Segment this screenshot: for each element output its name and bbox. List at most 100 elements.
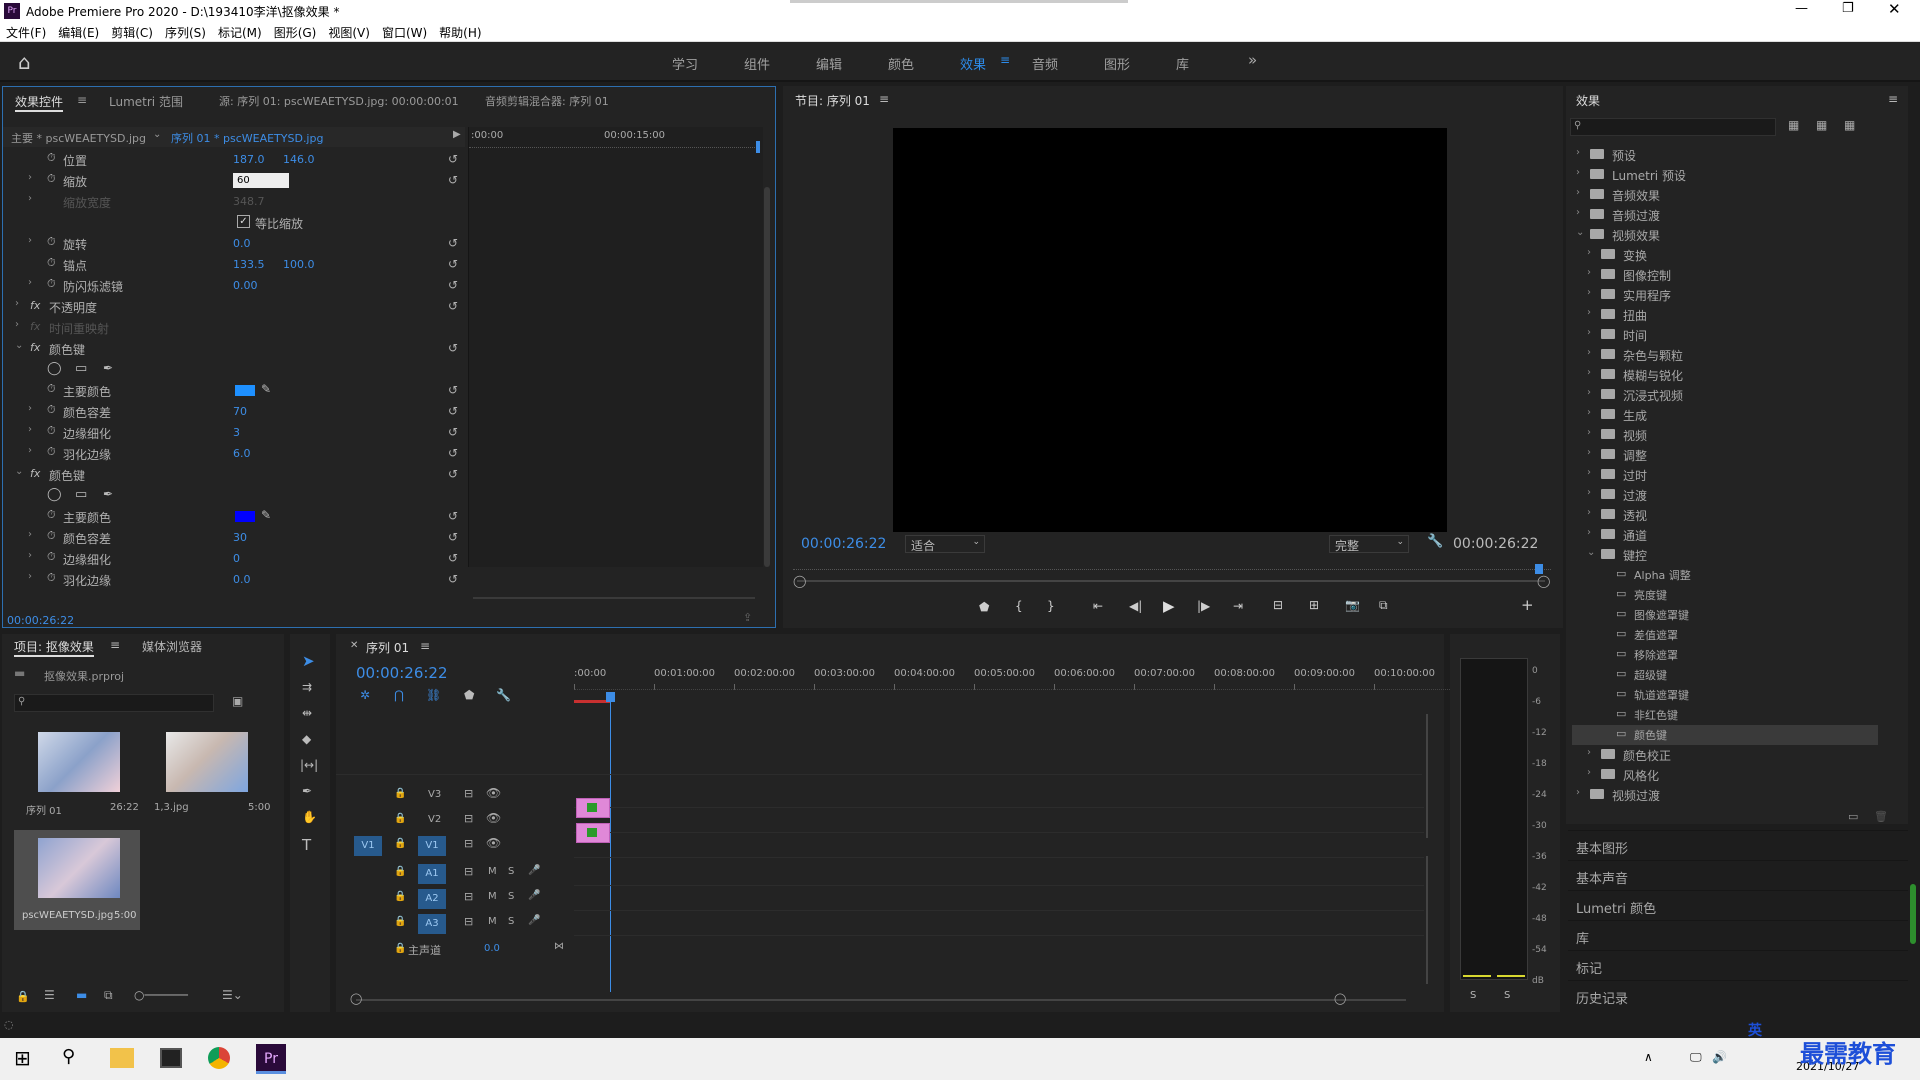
panel-section[interactable]: 历史记录	[1568, 980, 1908, 1010]
search-icon[interactable]: ⚲	[62, 1046, 75, 1067]
home-icon[interactable]: ⌂	[18, 50, 31, 74]
yuv-effects-icon[interactable]: ▦	[1844, 118, 1855, 132]
reset-icon[interactable]: ↺	[448, 299, 458, 313]
effects-tree-item[interactable]: › 音频效果	[1572, 185, 1878, 205]
pen-mask-icon[interactable]: ✒	[103, 487, 113, 501]
value-1[interactable]: 0.0	[233, 237, 251, 250]
chevron-down-icon[interactable]: ⌄	[153, 129, 161, 140]
value-1[interactable]: 70	[233, 405, 247, 418]
effects-tree-item[interactable]: › 沉浸式视频	[1572, 385, 1878, 405]
chevron-right-icon[interactable]: ›	[1587, 527, 1591, 538]
chevron-right-icon[interactable]: ›	[1587, 327, 1591, 338]
track-target[interactable]: A3	[418, 914, 446, 934]
effects-search-input[interactable]: ⚲	[1570, 118, 1776, 136]
color-swatch[interactable]	[235, 511, 255, 522]
nest-icon[interactable]: ✲	[360, 688, 370, 702]
stopwatch-icon[interactable]: ⏱	[47, 382, 56, 396]
stopwatch-icon[interactable]: ⏱	[47, 277, 56, 291]
chevron-right-icon[interactable]: ›	[1587, 487, 1591, 498]
tab-media-browser[interactable]: 媒体浏览器	[142, 638, 202, 655]
twirl-closed-icon[interactable]: ›	[28, 172, 32, 183]
tab-audio-clip-mixer[interactable]: 音频剪辑混合器: 序列 01	[485, 93, 609, 109]
menu-sequence[interactable]: 序列(S)	[159, 22, 212, 43]
value-1[interactable]: 0.00	[233, 279, 258, 292]
timeline-close-icon[interactable]: ✕	[350, 640, 358, 651]
reset-icon[interactable]: ↺	[448, 257, 458, 271]
fit-dropdown[interactable]: 适合 ⌄	[905, 535, 985, 553]
reset-icon[interactable]: ↺	[448, 551, 458, 565]
menu-view[interactable]: 视图(V)	[322, 22, 376, 43]
project-item-selected[interactable]: pscWEAETYSD.jpg 5:00	[14, 830, 140, 930]
reset-icon[interactable]: ↺	[448, 509, 458, 523]
stopwatch-icon[interactable]: ⏱	[47, 508, 56, 522]
stopwatch-icon[interactable]: ⏱	[47, 403, 56, 417]
lock-icon[interactable]: 🔒	[16, 990, 30, 1003]
zoom-handle-left[interactable]: ◯	[793, 574, 806, 588]
panel-section[interactable]: 库	[1568, 920, 1908, 950]
chevron-right-icon[interactable]: ›	[1587, 467, 1591, 478]
stopwatch-icon[interactable]: ⏱	[47, 445, 56, 459]
premiere-taskbar-icon[interactable]: Pr	[256, 1044, 286, 1074]
ws-color[interactable]: 颜色	[888, 54, 914, 73]
ec-playhead[interactable]	[756, 141, 760, 153]
effects-tree-item[interactable]: › 过渡	[1572, 485, 1878, 505]
stopwatch-icon[interactable]: ⏱	[47, 529, 56, 543]
ellipse-mask-icon[interactable]: ◯	[47, 361, 62, 376]
chevron-right-icon[interactable]: ›	[1587, 747, 1591, 758]
solo-left-button[interactable]: S	[1470, 990, 1476, 1001]
ec-timecode[interactable]: 00:00:26:22	[7, 614, 74, 627]
mute-button[interactable]: M	[488, 916, 497, 927]
fx-icon[interactable]: fx	[30, 320, 40, 333]
chevron-right-icon[interactable]: ›	[1576, 787, 1580, 798]
tab-project[interactable]: 项目: 抠像效果	[14, 638, 94, 657]
stopwatch-icon[interactable]: ⏱	[47, 424, 56, 438]
effects-tree-item[interactable]: › Lumetri 预设	[1572, 165, 1878, 185]
solo-button[interactable]: S	[508, 916, 514, 927]
effects-tree-item[interactable]: › 模糊与锐化	[1572, 365, 1878, 385]
reset-icon[interactable]: ↺	[448, 236, 458, 250]
track-target[interactable]: V1	[418, 836, 446, 856]
lock-icon[interactable]: 🔒	[394, 916, 406, 927]
track-select-tool-icon[interactable]: ⇉	[302, 680, 312, 694]
clip-v1[interactable]	[576, 823, 610, 843]
ws-learn[interactable]: 学习	[672, 54, 698, 73]
chevron-down-icon[interactable]: ⌄	[1587, 547, 1595, 558]
chevron-right-icon[interactable]: ›	[1576, 187, 1580, 198]
ellipse-mask-icon[interactable]: ◯	[47, 487, 62, 502]
menu-clip[interactable]: 剪辑(C)	[105, 22, 159, 43]
track-target[interactable]: A1	[418, 864, 446, 884]
sync-lock-icon[interactable]: ⊟	[464, 837, 473, 850]
twirl-closed-icon[interactable]: ›	[28, 235, 32, 246]
effects-tree-item[interactable]: ▭ 超级键	[1572, 665, 1878, 685]
chevron-right-icon[interactable]: ›	[1576, 207, 1580, 218]
eye-icon[interactable]: 👁	[486, 786, 501, 800]
reset-icon[interactable]: ↺	[448, 530, 458, 544]
minimize-button[interactable]: —	[1795, 1, 1808, 16]
ripple-edit-tool-icon[interactable]: ⇹	[302, 706, 312, 720]
32bit-effects-icon[interactable]: ▦	[1816, 118, 1827, 132]
track-target[interactable]: V3	[428, 789, 441, 800]
new-bin-icon[interactable]: ▣	[232, 694, 243, 708]
effects-tree-item[interactable]: ▭ Alpha 调整	[1572, 565, 1878, 585]
value-1[interactable]: 133.5	[233, 258, 265, 271]
timeline-hscroll[interactable]	[356, 999, 1406, 1001]
timeline-vscroll-bottom[interactable]	[1426, 856, 1428, 984]
program-timecode[interactable]: 00:00:26:22	[801, 536, 886, 552]
chevron-right-icon[interactable]: ›	[1587, 407, 1591, 418]
value-2[interactable]: 100.0	[283, 258, 315, 271]
timeline-vscroll-top[interactable]	[1426, 714, 1428, 838]
sequence-clip-label[interactable]: 序列 01 * pscWEAETYSD.jpg	[171, 130, 323, 146]
program-zoom-bar[interactable]	[797, 580, 1545, 582]
reset-icon[interactable]: ↺	[448, 446, 458, 460]
step-forward-icon[interactable]: |▶	[1197, 599, 1210, 613]
chevron-right-icon[interactable]: ›	[1587, 447, 1591, 458]
file-explorer-icon[interactable]	[110, 1048, 134, 1068]
chevron-right-icon[interactable]: ›	[1587, 247, 1591, 258]
quality-dropdown[interactable]: 完整 ⌄	[1329, 535, 1409, 553]
reset-icon[interactable]: ↺	[448, 152, 458, 166]
ec-vscroll[interactable]	[764, 187, 770, 567]
panel-section[interactable]: 标记	[1568, 950, 1908, 980]
value-1[interactable]: 187.0	[233, 153, 265, 166]
menu-edit[interactable]: 编辑(E)	[52, 22, 105, 43]
track-lane[interactable]	[574, 857, 1424, 858]
